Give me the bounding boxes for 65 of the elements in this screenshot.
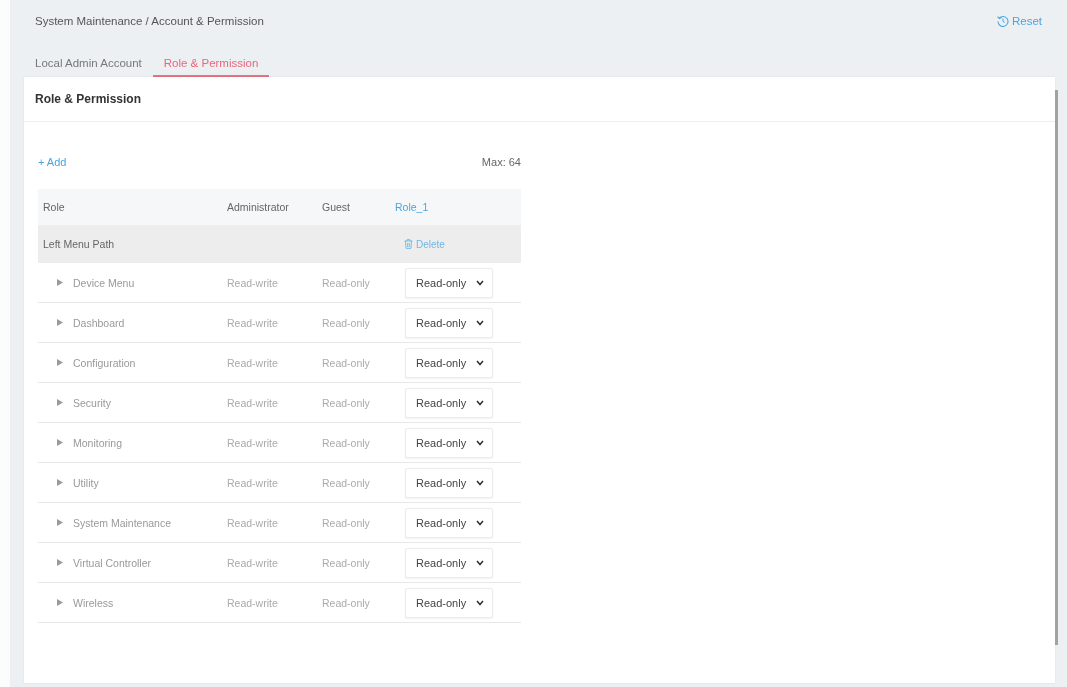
column-header: Guest [321, 201, 350, 213]
card-title: Role & Permission [35, 92, 142, 106]
table-cell-text: Read-only [321, 556, 370, 569]
caret-icon[interactable] [57, 439, 63, 446]
breadcrumb: System Maintenance / Account & Permission [35, 15, 264, 27]
tab[interactable]: Local Admin Account [24, 50, 153, 77]
section-label: Left Menu Path [42, 238, 115, 250]
scrollbar[interactable] [1055, 90, 1058, 645]
permission-select[interactable]: Read-only [405, 387, 493, 418]
menu-path-label: Dashboard [73, 316, 125, 329]
chevron-down-icon [476, 359, 484, 366]
chevron-down-icon [476, 439, 484, 446]
menu-path-label: Monitoring [73, 436, 123, 449]
table-cell-text: Read-write [226, 396, 278, 409]
menu-path-label: Device Menu [73, 276, 135, 289]
table-cell-text: Read-write [226, 356, 278, 369]
chevron-down-icon [476, 599, 484, 606]
permission-select[interactable]: Read-only [405, 587, 493, 618]
permission-select[interactable]: Read-only [405, 347, 493, 378]
column-header: Role [42, 201, 65, 213]
table-cell-text: Read-write [226, 516, 278, 529]
table-cell-text: Read-write [226, 316, 278, 329]
max-count-label: Max: 64 [481, 156, 521, 168]
caret-icon[interactable] [57, 479, 63, 486]
column-header: Administrator [226, 201, 289, 213]
menu-path-label: System Maintenance [73, 516, 172, 529]
menu-path-label: Virtual Controller [73, 556, 151, 569]
permission-select[interactable]: Read-only [405, 507, 493, 538]
chevron-down-icon [476, 519, 484, 526]
caret-icon[interactable] [57, 319, 63, 326]
table-cell-text: Read-only [321, 276, 370, 289]
table-cell-text: Read-only [321, 476, 370, 489]
permission-select[interactable]: Read-only [405, 307, 493, 338]
chevron-down-icon [476, 319, 484, 326]
table-cell-text: Read-write [226, 476, 278, 489]
chevron-down-icon [476, 279, 484, 286]
table-cell-text: Read-write [226, 436, 278, 449]
menu-path-label: Configuration [73, 356, 136, 369]
caret-icon[interactable] [57, 519, 63, 526]
trash-icon [404, 239, 413, 249]
chevron-down-icon [476, 399, 484, 406]
table-cell-text: Read-only [321, 356, 370, 369]
permission-select[interactable]: Read-only [405, 467, 493, 498]
table-cell-text: Read-write [226, 596, 278, 609]
caret-icon[interactable] [57, 399, 63, 406]
table-cell-text: Read-only [321, 316, 370, 329]
table-cell-text: Read-only [321, 596, 370, 609]
table-cell-text: Read-only [321, 396, 370, 409]
chevron-down-icon [476, 559, 484, 566]
table-cell-text: Read-only [321, 516, 370, 529]
clock-arrow-icon [996, 15, 1009, 27]
menu-path-label: Security [73, 396, 111, 409]
chevron-down-icon [476, 479, 484, 486]
table-cell-text: Read-write [226, 276, 278, 289]
permission-select[interactable]: Read-only [405, 427, 493, 458]
caret-icon[interactable] [57, 559, 63, 566]
permission-select[interactable]: Read-only [405, 547, 493, 578]
caret-icon[interactable] [57, 599, 63, 606]
menu-path-label: Wireless [73, 596, 114, 609]
menu-path-label: Utility [73, 476, 99, 489]
permission-select[interactable]: Read-only [405, 267, 493, 298]
caret-icon[interactable] [57, 279, 63, 286]
caret-icon[interactable] [57, 359, 63, 366]
table-cell-text: Read-only [321, 436, 370, 449]
table-cell-text: Read-write [226, 556, 278, 569]
